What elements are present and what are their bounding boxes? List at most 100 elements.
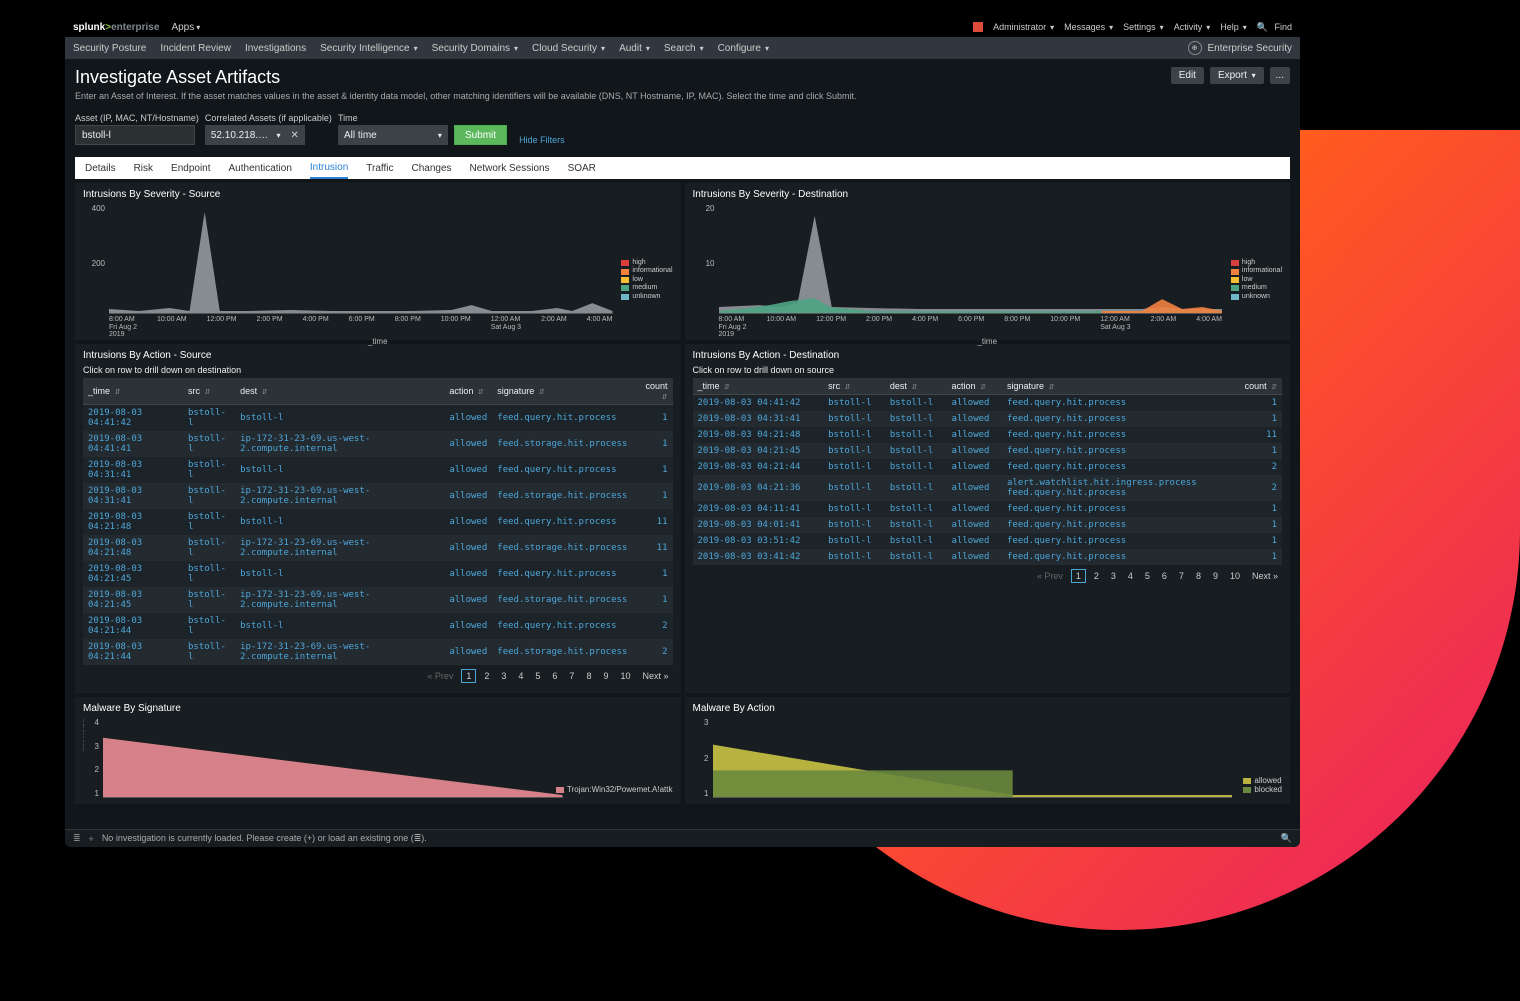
pager-page[interactable]: 10 <box>616 670 634 682</box>
pager-page[interactable]: 6 <box>1158 570 1171 582</box>
pager-page[interactable]: 1 <box>1071 569 1086 583</box>
nav-audit[interactable]: Audit▾ <box>619 43 650 54</box>
tab-authentication[interactable]: Authentication <box>229 159 292 178</box>
col-src[interactable]: src ⇵ <box>183 378 235 405</box>
table-row[interactable]: 2019-08-03 04:41:42bstoll-lbstoll-lallow… <box>83 405 673 432</box>
nav-security-posture[interactable]: Security Posture <box>73 43 146 54</box>
alert-indicator[interactable] <box>973 22 983 32</box>
table-row[interactable]: 2019-08-03 03:41:42bstoll-lbstoll-lallow… <box>693 549 1283 565</box>
pager-page[interactable]: 10 <box>1226 570 1244 582</box>
nav-search[interactable]: Search▾ <box>664 43 704 54</box>
pager-page[interactable]: 5 <box>531 670 544 682</box>
pager-page[interactable]: 9 <box>599 670 612 682</box>
nav-cloud-security[interactable]: Cloud Security▾ <box>532 43 605 54</box>
table-row[interactable]: 2019-08-03 04:21:45bstoll-lbstoll-lallow… <box>83 561 673 587</box>
table-row[interactable]: 2019-08-03 04:21:48bstoll-lip-172-31-23-… <box>83 535 673 561</box>
col-signature[interactable]: signature ⇵ <box>492 378 632 405</box>
tab-soar[interactable]: SOAR <box>568 159 596 178</box>
col-count[interactable]: count ⇵ <box>1233 378 1282 395</box>
table-row[interactable]: 2019-08-03 04:21:44bstoll-lbstoll-lallow… <box>693 459 1283 475</box>
pager-page[interactable]: 3 <box>1107 570 1120 582</box>
col-action[interactable]: action ⇵ <box>444 378 492 405</box>
table-row[interactable]: 2019-08-03 04:21:44bstoll-lip-172-31-23-… <box>83 639 673 665</box>
table-row[interactable]: 2019-08-03 03:51:42bstoll-lbstoll-lallow… <box>693 533 1283 549</box>
table-row[interactable]: 2019-08-03 04:01:41bstoll-lbstoll-lallow… <box>693 517 1283 533</box>
col-dest[interactable]: dest ⇵ <box>235 378 444 405</box>
more-button[interactable]: ... <box>1270 67 1290 84</box>
apps-menu[interactable]: Apps▾ <box>171 22 200 33</box>
export-button[interactable]: Export ▾ <box>1210 67 1264 84</box>
nav-configure[interactable]: Configure▾ <box>718 43 769 54</box>
edit-button[interactable]: Edit <box>1171 67 1204 84</box>
tab-traffic[interactable]: Traffic <box>366 159 393 178</box>
pager-page[interactable]: 9 <box>1209 570 1222 582</box>
pager-page[interactable]: 6 <box>548 670 561 682</box>
pager-prev[interactable]: « Prev <box>423 670 457 682</box>
pager-page[interactable]: 7 <box>565 670 578 682</box>
pager-prev[interactable]: « Prev <box>1033 570 1067 582</box>
search-icon: 🔍 <box>1257 22 1268 33</box>
table-row[interactable]: 2019-08-03 04:21:48bstoll-lbstoll-lallow… <box>693 427 1283 443</box>
pager-page[interactable]: 1 <box>461 669 476 683</box>
time-select[interactable]: All time▾ <box>338 125 448 145</box>
activity-menu[interactable]: Activity▾ <box>1174 22 1211 32</box>
col-dest[interactable]: dest ⇵ <box>885 378 947 395</box>
asset-input[interactable] <box>75 125 195 145</box>
help-menu[interactable]: Help▾ <box>1220 22 1247 32</box>
admin-menu[interactable]: Administrator▾ <box>993 22 1054 32</box>
pager-page[interactable]: 4 <box>514 670 527 682</box>
zoom-icon[interactable]: 🔍 <box>1281 833 1292 844</box>
pager-page[interactable]: 2 <box>480 670 493 682</box>
table-row[interactable]: 2019-08-03 04:41:41bstoll-lip-172-31-23-… <box>83 431 673 457</box>
table-row[interactable]: 2019-08-03 04:21:45bstoll-lbstoll-lallow… <box>693 443 1283 459</box>
submit-button[interactable]: Submit <box>454 125 507 145</box>
tabs: Details Risk Endpoint Authentication Intrusi… <box>75 157 1290 179</box>
tab-risk[interactable]: Risk <box>134 159 153 178</box>
pager-page[interactable]: 3 <box>497 670 510 682</box>
pager-page[interactable]: 5 <box>1141 570 1154 582</box>
table-row[interactable]: 2019-08-03 04:31:41bstoll-lbstoll-lallow… <box>83 457 673 483</box>
table-row[interactable]: 2019-08-03 04:11:41bstoll-lbstoll-lallow… <box>693 501 1283 517</box>
table-row[interactable]: 2019-08-03 04:21:36bstoll-lbstoll-lallow… <box>693 475 1283 501</box>
nav-incident-review[interactable]: Incident Review <box>160 43 231 54</box>
pager-page[interactable]: 7 <box>1175 570 1188 582</box>
nav-security-intelligence[interactable]: Security Intelligence▾ <box>320 43 418 54</box>
table-row[interactable]: 2019-08-03 04:31:41bstoll-lbstoll-lallow… <box>693 411 1283 427</box>
tab-details[interactable]: Details <box>85 159 116 178</box>
col-action[interactable]: action ⇵ <box>947 378 1002 395</box>
correlated-select[interactable]: 52.10.218.54,0a:18:...▾✕ <box>205 125 305 145</box>
col-signature[interactable]: signature ⇵ <box>1002 378 1233 395</box>
table-row[interactable]: 2019-08-03 04:31:41bstoll-lip-172-31-23-… <box>83 483 673 509</box>
nav-security-domains[interactable]: Security Domains▾ <box>432 43 518 54</box>
table-destination: _time ⇵src ⇵dest ⇵action ⇵signature ⇵cou… <box>693 378 1283 565</box>
settings-menu[interactable]: Settings▾ <box>1123 22 1164 32</box>
find-button[interactable]: 🔍 Find <box>1257 22 1292 33</box>
panel-title: Malware By Signature <box>83 703 673 714</box>
list-icon[interactable]: ≣ <box>73 833 81 844</box>
tab-endpoint[interactable]: Endpoint <box>171 159 210 178</box>
tab-changes[interactable]: Changes <box>412 159 452 178</box>
table-row[interactable]: 2019-08-03 04:21:45bstoll-lip-172-31-23-… <box>83 587 673 613</box>
col-_time[interactable]: _time ⇵ <box>693 378 824 395</box>
messages-menu[interactable]: Messages▾ <box>1064 22 1113 32</box>
time-label: Time <box>338 113 448 123</box>
pager-page[interactable]: 8 <box>582 670 595 682</box>
table-row[interactable]: 2019-08-03 04:21:44bstoll-lbstoll-lallow… <box>83 613 673 639</box>
tab-network-sessions[interactable]: Network Sessions <box>470 159 550 178</box>
col-_time[interactable]: _time ⇵ <box>83 378 183 405</box>
hide-filters-link[interactable]: Hide Filters <box>519 135 565 145</box>
nav-investigations[interactable]: Investigations <box>245 43 306 54</box>
col-count[interactable]: count ⇵ <box>632 378 672 405</box>
panel-intrusions-severity-source: Intrusions By Severity - Source 400200 h… <box>75 183 681 340</box>
pager-page[interactable]: 8 <box>1192 570 1205 582</box>
table-row[interactable]: 2019-08-03 04:41:42bstoll-lbstoll-lallow… <box>693 395 1283 412</box>
pager-next[interactable]: Next » <box>638 670 672 682</box>
pager-page[interactable]: 2 <box>1090 570 1103 582</box>
pager-next[interactable]: Next » <box>1248 570 1282 582</box>
tab-intrusion[interactable]: Intrusion <box>310 158 348 179</box>
table-row[interactable]: 2019-08-03 04:21:48bstoll-lbstoll-lallow… <box>83 509 673 535</box>
col-src[interactable]: src ⇵ <box>823 378 885 395</box>
plus-icon[interactable]: + <box>89 834 94 844</box>
close-icon[interactable]: ✕ <box>290 130 298 141</box>
pager-page[interactable]: 4 <box>1124 570 1137 582</box>
